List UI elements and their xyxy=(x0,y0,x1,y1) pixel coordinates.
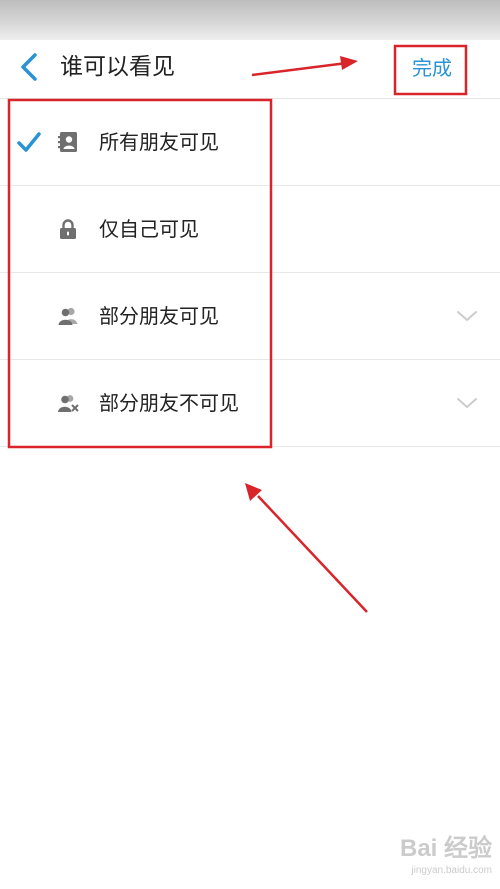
done-button[interactable]: 完成 xyxy=(412,54,452,82)
option-some-friends-excluded[interactable]: 部分朋友不可见 xyxy=(0,360,500,447)
option-only-me[interactable]: 仅自己可见 xyxy=(0,186,500,273)
option-label: 部分朋友可见 xyxy=(99,304,219,328)
group-excluded-icon xyxy=(58,395,79,412)
contacts-card-icon xyxy=(58,132,77,152)
option-label: 部分朋友不可见 xyxy=(99,391,239,415)
arrow-to-options xyxy=(245,483,368,613)
chevron-left-icon xyxy=(21,53,37,81)
group-icon xyxy=(58,307,78,325)
option-all-friends[interactable]: 所有朋友可见 xyxy=(0,99,500,186)
watermark: Bai 经验 jingyan.baidu.com xyxy=(352,834,492,884)
chevron-down-icon xyxy=(457,311,477,321)
option-some-friends[interactable]: 部分朋友可见 xyxy=(0,273,500,360)
lock-icon xyxy=(60,219,76,239)
checkmark-icon xyxy=(17,132,41,152)
chevron-down-icon xyxy=(457,398,477,408)
visibility-options-list: 所有朋友可见 仅自己可见 部分朋友可见 部分朋友不可见 xyxy=(0,99,500,447)
option-label: 仅自己可见 xyxy=(99,217,199,241)
nav-bar: 谁可以看见 完成 xyxy=(0,40,500,99)
status-bar xyxy=(0,0,500,40)
back-button[interactable] xyxy=(14,50,48,84)
watermark-logo: Bai 经验 xyxy=(399,835,492,862)
page-title: 谁可以看见 xyxy=(60,54,175,80)
option-label: 所有朋友可见 xyxy=(99,130,219,154)
watermark-url: jingyan.baidu.com xyxy=(411,865,492,876)
